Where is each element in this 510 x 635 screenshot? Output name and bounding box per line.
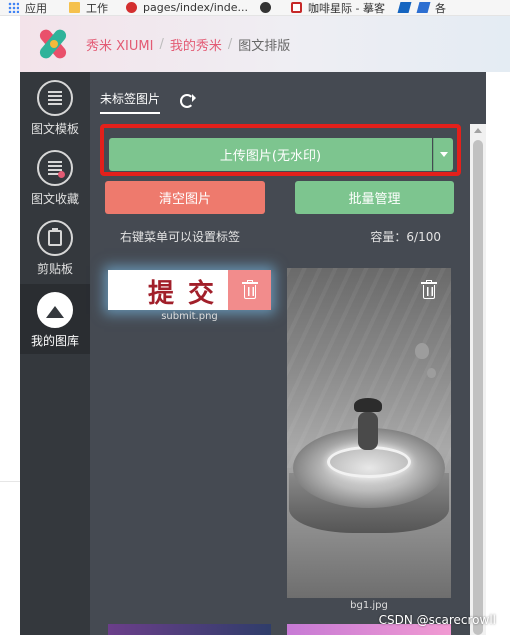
trash-icon — [421, 280, 437, 299]
bookmark-icon — [290, 2, 302, 13]
divider — [0, 481, 20, 482]
sidebar-item-templates[interactable]: 图文模板 — [20, 72, 90, 142]
sidebar-item-label: 剪贴板 — [36, 262, 73, 276]
trash-icon — [241, 280, 258, 299]
sidebar-item-label: 图文收藏 — [30, 192, 79, 206]
bookmark-github[interactable] — [259, 2, 277, 13]
gallery-panel: 未标签图片 上传图片(无水印) 清空图片 批量管理 右键菜单可以设置标签 容量：… — [90, 72, 486, 635]
my-xiumi-link[interactable]: 我的秀米 — [170, 35, 222, 54]
bookmark-icon — [416, 2, 431, 13]
breadcrumb-current: 图文排版 — [238, 38, 291, 54]
balloon-shape — [427, 368, 436, 378]
apps-grid-icon — [8, 2, 19, 13]
image-caption: bg1.jpg — [350, 600, 388, 611]
sidebar-item-label: 图文模板 — [30, 122, 79, 136]
brand-link[interactable]: 秀米 XIUMI — [86, 35, 153, 54]
image-card-partial[interactable] — [108, 624, 271, 635]
bookmark-more[interactable]: 各 — [416, 0, 446, 15]
clipboard-icon — [37, 220, 73, 256]
scroll-up-arrow-icon[interactable] — [474, 128, 482, 133]
clear-images-button[interactable]: 清空图片 — [105, 181, 265, 214]
watermark: CSDN @scarecrowll — [378, 613, 496, 627]
tab-bar: 未标签图片 — [100, 90, 197, 114]
chevron-down-icon — [439, 152, 448, 157]
bookmark-work[interactable]: 工作 — [69, 0, 108, 15]
image-card[interactable] — [287, 268, 451, 598]
sidebar-item-label: 我的图库 — [30, 334, 79, 348]
page-background — [486, 72, 510, 635]
delete-image-button[interactable] — [228, 270, 271, 310]
batch-manage-button[interactable]: 批量管理 — [295, 181, 454, 214]
sidebar-item-gallery[interactable]: 我的图库 — [20, 284, 90, 354]
image-thumbnail-text: 提交 — [148, 279, 229, 309]
breadcrumb: 秀米 XIUMI / 我的秀米 / 图文排版 — [86, 35, 290, 54]
template-icon — [37, 80, 73, 116]
sidebar-item-favorites[interactable]: 图文收藏 — [20, 142, 90, 212]
upload-highlight-box: 上传图片(无水印) — [100, 124, 461, 176]
xiumi-logo-icon[interactable] — [34, 24, 74, 64]
upload-dropdown-button[interactable] — [433, 138, 453, 171]
upload-button[interactable]: 上传图片(无水印) — [109, 138, 432, 171]
bookmark-icon — [397, 2, 412, 13]
folder-icon — [69, 2, 80, 13]
bookmark-extra[interactable] — [397, 2, 416, 13]
gallery-icon — [37, 292, 73, 328]
capacity-indicator: 容量：6/100 — [370, 230, 441, 244]
refresh-icon[interactable] — [180, 93, 197, 108]
delete-image-button[interactable] — [418, 278, 440, 302]
sidebar-item-clipboard[interactable]: 剪贴板 — [20, 212, 90, 282]
bookmark-mockplus[interactable]: 咖啡星际 - 摹客 — [290, 0, 385, 15]
page-background — [0, 16, 20, 635]
sidebar: 图文模板 图文收藏 剪贴板 我的图库 — [20, 72, 90, 635]
app-header: 秀米 XIUMI / 我的秀米 / 图文排版 — [20, 16, 510, 72]
image-caption: submit.png — [161, 311, 218, 322]
balloon-shape — [415, 343, 429, 359]
github-icon — [259, 2, 271, 13]
breadcrumb-separator: / — [227, 36, 233, 52]
tab-untagged-images[interactable]: 未标签图片 — [100, 90, 161, 114]
bookmarks-bar: 应用 工作 pages/index/inde... 咖啡星际 - 摹客 各 — [0, 0, 510, 16]
breadcrumb-separator: / — [159, 36, 164, 52]
bookmark-apps[interactable]: 应用 — [8, 0, 47, 15]
scrollbar-thumb[interactable] — [473, 140, 483, 635]
favorites-icon — [37, 150, 73, 186]
page-icon — [126, 2, 137, 13]
bookmark-pages[interactable]: pages/index/inde... — [126, 1, 248, 14]
tag-hint: 右键菜单可以设置标签 — [120, 230, 241, 244]
character-figure — [352, 398, 384, 450]
image-card[interactable]: 提交 — [108, 270, 271, 310]
